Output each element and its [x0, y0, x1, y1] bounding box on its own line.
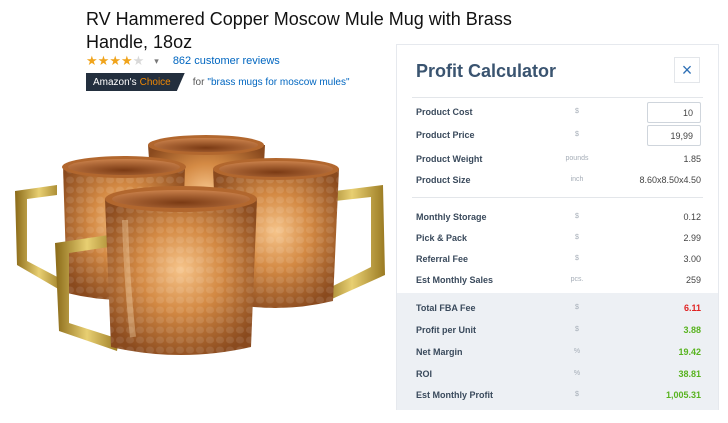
row-unit: $: [575, 304, 579, 311]
product-size-row: Product Size inch 8.60x8.50x4.50: [397, 170, 718, 191]
net-margin-row: Net Margin % 19.42: [397, 342, 718, 363]
row-unit: $: [575, 108, 579, 115]
pick-pack-row: Pick & Pack $ 2.99: [397, 228, 718, 249]
row-label: Net Margin: [416, 347, 463, 357]
row-label: Product Cost: [416, 107, 473, 117]
est-monthly-sales-row: Est Monthly Sales pcs. 259: [397, 270, 718, 291]
row-unit: $: [575, 391, 579, 398]
row-value: 1,005.31: [665, 390, 701, 400]
total-fba-fee-row: Total FBA Fee $ 6.11: [397, 298, 718, 319]
customer-reviews-link[interactable]: 862 customer reviews: [173, 55, 280, 67]
row-value: 1.85: [683, 154, 701, 164]
calculator-header: Profit Calculator ×: [397, 45, 718, 97]
row-unit: %: [573, 348, 581, 355]
product-price-input[interactable]: [647, 125, 701, 146]
row-label: Est Monthly Sales: [416, 275, 494, 285]
rating-row: ★ ★ ★ ★ ★ ▾ 862 customer reviews: [86, 53, 280, 69]
row-label: Monthly Storage: [416, 212, 487, 222]
row-value: 2.99: [683, 233, 701, 243]
row-label: Pick & Pack: [416, 233, 468, 243]
est-monthly-profit-row: Est Monthly Profit $ 1,005.31: [397, 385, 718, 406]
row-value: 3.88: [683, 325, 701, 335]
amazons-choice-row: Amazon's Choice for "brass mugs for mosc…: [86, 73, 350, 91]
chevron-down-icon[interactable]: ▾: [154, 56, 159, 67]
monthly-storage-row: Monthly Storage $ 0.12: [397, 207, 718, 228]
divider: [412, 197, 703, 198]
star-icon: ★: [132, 53, 145, 68]
row-unit: $: [575, 213, 579, 220]
amazons-choice-badge: Amazon's Choice: [86, 73, 185, 91]
row-value: 6.11: [683, 303, 701, 313]
product-cost-input[interactable]: [647, 102, 701, 123]
row-value: 19.42: [678, 347, 701, 357]
row-unit: $: [575, 131, 579, 138]
row-unit: $: [575, 255, 579, 262]
divider: [412, 97, 703, 98]
referral-fee-row: Referral Fee $ 3.00: [397, 249, 718, 270]
row-unit: $: [575, 326, 579, 333]
row-unit: pcs.: [570, 276, 584, 283]
row-unit: %: [573, 370, 581, 377]
row-label: Product Weight: [416, 154, 483, 164]
badge-query-link[interactable]: "brass mugs for moscow mules": [207, 77, 349, 88]
star-icon: ★: [86, 53, 98, 68]
row-label: Product Size: [416, 175, 471, 185]
roi-row: ROI % 38.81: [397, 364, 718, 385]
product-weight-row: Product Weight pounds 1.85: [397, 149, 718, 170]
row-value: 3.00: [683, 254, 701, 264]
row-label: Referral Fee: [416, 254, 469, 264]
row-unit: pounds: [565, 155, 589, 162]
row-label: Total FBA Fee: [416, 303, 476, 313]
row-value: 259: [685, 275, 701, 285]
product-price-row: Product Price $: [397, 125, 718, 146]
row-unit: $: [575, 234, 579, 241]
badge-accent: Choice: [139, 76, 171, 88]
row-value: 38.81: [678, 369, 701, 379]
calculator-title: Profit Calculator: [416, 61, 557, 81]
star-icon: ★: [120, 53, 133, 68]
row-value: 8.60x8.50x4.50: [639, 175, 701, 185]
star-icon: ★: [97, 53, 110, 68]
row-label: ROI: [416, 369, 433, 379]
badge-prefix: Amazon's: [93, 76, 137, 88]
star-rating[interactable]: ★ ★ ★ ★ ★: [86, 54, 144, 68]
profit-calculator-panel: Profit Calculator × Product Cost $ Produ…: [396, 44, 719, 410]
profit-per-unit-row: Profit per Unit $ 3.88: [397, 320, 718, 341]
product-cost-row: Product Cost $: [397, 102, 718, 123]
star-icon: ★: [109, 53, 121, 68]
close-icon[interactable]: ×: [674, 57, 700, 83]
row-label: Profit per Unit: [416, 325, 476, 335]
product-image: [15, 135, 385, 355]
row-label: Product Price: [416, 130, 475, 140]
row-value: 0.12: [683, 212, 701, 222]
row-unit: inch: [570, 176, 584, 183]
badge-for-label: for: [192, 76, 205, 88]
row-label: Est Monthly Profit: [416, 390, 493, 400]
